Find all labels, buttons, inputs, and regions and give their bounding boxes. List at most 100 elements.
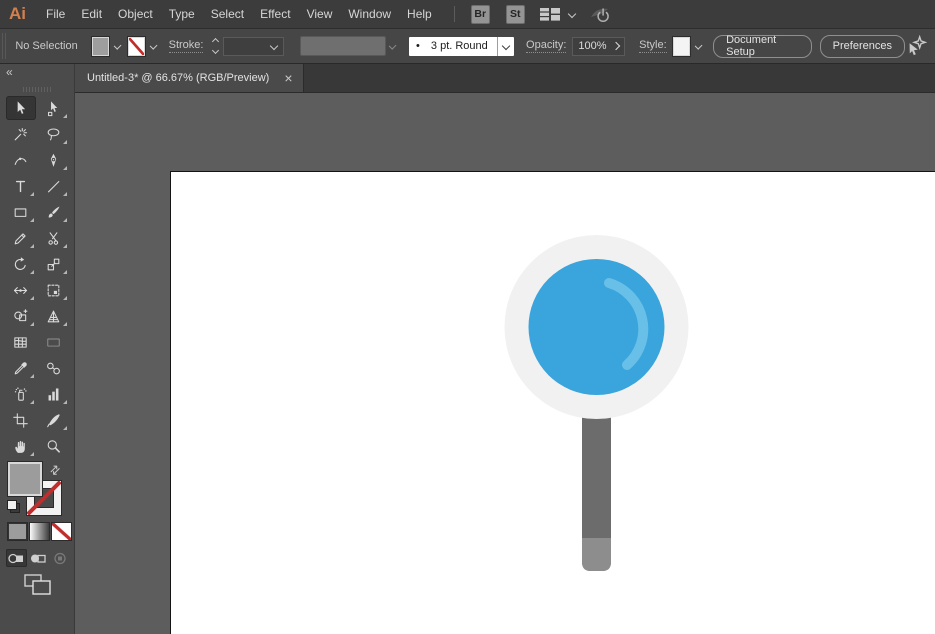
tool-pencil[interactable]	[6, 226, 36, 250]
tool-column-graph[interactable]	[39, 382, 69, 406]
tool-symbol-sprayer[interactable]	[6, 382, 36, 406]
scissors-tool-icon	[48, 231, 59, 245]
free-transform-tool-icon	[47, 284, 60, 296]
touch-workspace-button[interactable]	[905, 35, 927, 57]
sync-status-button[interactable]	[589, 4, 613, 24]
menu-window[interactable]: Window	[340, 0, 399, 28]
tool-hand[interactable]	[6, 434, 36, 458]
menu-object[interactable]: Object	[110, 0, 161, 28]
workspace-switcher-button[interactable]	[539, 6, 576, 22]
color-mode-button[interactable]	[8, 523, 27, 540]
opacity-label[interactable]: Opacity:	[526, 39, 567, 53]
default-fill-stroke-icon[interactable]	[7, 500, 20, 513]
menu-bar: Ai File Edit Object Type Select Effect View Win…	[0, 0, 935, 29]
stroke-label[interactable]: Stroke:	[168, 39, 204, 53]
tab-close-icon[interactable]: ×	[284, 71, 292, 85]
tool-rectangle[interactable]	[6, 200, 36, 224]
stroke-width-stepper[interactable]	[212, 37, 220, 55]
menu-select[interactable]: Select	[203, 0, 252, 28]
tool-scale[interactable]	[39, 252, 69, 276]
hand-tool-icon	[15, 440, 25, 453]
magic-wand-tool-icon	[14, 127, 28, 140]
selection-tool-icon	[17, 100, 26, 114]
fill-chevron-icon[interactable]	[113, 41, 122, 51]
chevron-right-icon[interactable]	[611, 41, 621, 51]
pen-tool-icon	[50, 153, 57, 167]
tool-magic-wand[interactable]	[6, 122, 36, 146]
opacity-value: 100%	[578, 40, 607, 52]
fill-indicator-swatch[interactable]	[8, 462, 42, 496]
artboard[interactable]	[170, 171, 935, 634]
brush-chevron-button[interactable]	[497, 36, 515, 56]
tool-gradient[interactable]	[39, 330, 69, 354]
document-tab[interactable]: Untitled-3* @ 66.67% (RGB/Preview) ×	[75, 64, 304, 92]
style-chevron-icon[interactable]	[694, 41, 703, 51]
preferences-button[interactable]: Preferences	[819, 34, 905, 58]
stroke-color-swatch[interactable]	[128, 36, 146, 56]
panel-grip[interactable]	[23, 87, 53, 92]
menu-type[interactable]: Type	[161, 0, 203, 28]
draw-behind-button[interactable]	[28, 549, 49, 567]
flyout-indicator-icon	[62, 426, 67, 430]
tool-type[interactable]	[6, 174, 36, 198]
tool-direct-selection[interactable]	[39, 96, 69, 120]
tool-eyedropper[interactable]	[6, 356, 36, 380]
tool-pen[interactable]	[39, 148, 69, 172]
tool-blend[interactable]	[39, 356, 69, 380]
tool-line-segment[interactable]	[39, 174, 69, 198]
stepper-down-icon[interactable]	[212, 46, 220, 55]
none-mode-button[interactable]	[52, 523, 71, 540]
document-tab-title: Untitled-3* @ 66.67% (RGB/Preview)	[87, 72, 270, 84]
menu-edit[interactable]: Edit	[73, 0, 110, 28]
menu-view[interactable]: View	[299, 0, 341, 28]
width-profile-dropdown[interactable]	[299, 36, 386, 56]
app-logo: Ai	[9, 4, 26, 23]
brush-definition-value[interactable]: • 3 pt. Round	[409, 36, 498, 56]
tool-width[interactable]	[6, 278, 36, 302]
tool-scissors[interactable]	[39, 226, 69, 250]
tool-slice[interactable]	[39, 408, 69, 432]
tool-rotate[interactable]	[6, 252, 36, 276]
style-label[interactable]: Style:	[639, 39, 667, 53]
change-screen-mode-button[interactable]	[22, 572, 54, 598]
opacity-input[interactable]: 100%	[572, 36, 626, 56]
tool-artboard[interactable]	[6, 408, 36, 432]
document-tab-bar: Untitled-3* @ 66.67% (RGB/Preview) ×	[75, 64, 935, 93]
panel-collapse-button[interactable]: «	[6, 65, 13, 79]
canvas[interactable]	[75, 93, 935, 634]
tool-zoom[interactable]	[39, 434, 69, 458]
document-setup-button[interactable]: Document Setup	[713, 34, 812, 58]
menu-file[interactable]: File	[38, 0, 73, 28]
draw-normal-icon	[8, 553, 23, 563]
flyout-indicator-icon	[62, 192, 67, 196]
draw-inside-button[interactable]	[50, 549, 71, 567]
control-bar-grip[interactable]	[2, 33, 8, 59]
width-profile-chevron-icon[interactable]	[388, 41, 397, 51]
menu-effect[interactable]: Effect	[252, 0, 298, 28]
stroke-chevron-icon[interactable]	[149, 41, 158, 51]
fill-color-swatch[interactable]	[91, 36, 109, 56]
swap-fill-stroke-icon[interactable]: ⇄	[47, 461, 64, 478]
type-tool-icon	[15, 180, 26, 192]
menu-items: File Edit Object Type Select Effect View Window…	[38, 0, 440, 28]
tool-mesh[interactable]	[6, 330, 36, 354]
control-bar: No Selection Stroke: • 3 pt. Round Opaci…	[0, 29, 935, 64]
tool-shape-builder[interactable]	[6, 304, 36, 328]
tool-perspective-grid[interactable]	[39, 304, 69, 328]
stroke-width-dropdown[interactable]	[223, 36, 284, 56]
gradient-mode-button[interactable]	[30, 523, 49, 540]
tool-free-transform[interactable]	[39, 278, 69, 302]
chevron-down-icon	[567, 9, 576, 19]
brush-definition-dropdown[interactable]: • 3 pt. Round	[409, 36, 515, 56]
tool-paintbrush[interactable]	[39, 200, 69, 224]
bridge-button[interactable]: Br	[470, 4, 490, 24]
flyout-indicator-icon	[62, 400, 67, 404]
stock-button[interactable]: St	[505, 4, 525, 24]
tool-curvature[interactable]	[6, 148, 36, 172]
tool-lasso[interactable]	[39, 122, 69, 146]
style-swatch[interactable]	[672, 36, 690, 56]
stepper-up-icon[interactable]	[212, 37, 220, 46]
menu-help[interactable]: Help	[399, 0, 440, 28]
draw-normal-button[interactable]	[6, 549, 27, 567]
tool-selection[interactable]	[5, 96, 36, 120]
